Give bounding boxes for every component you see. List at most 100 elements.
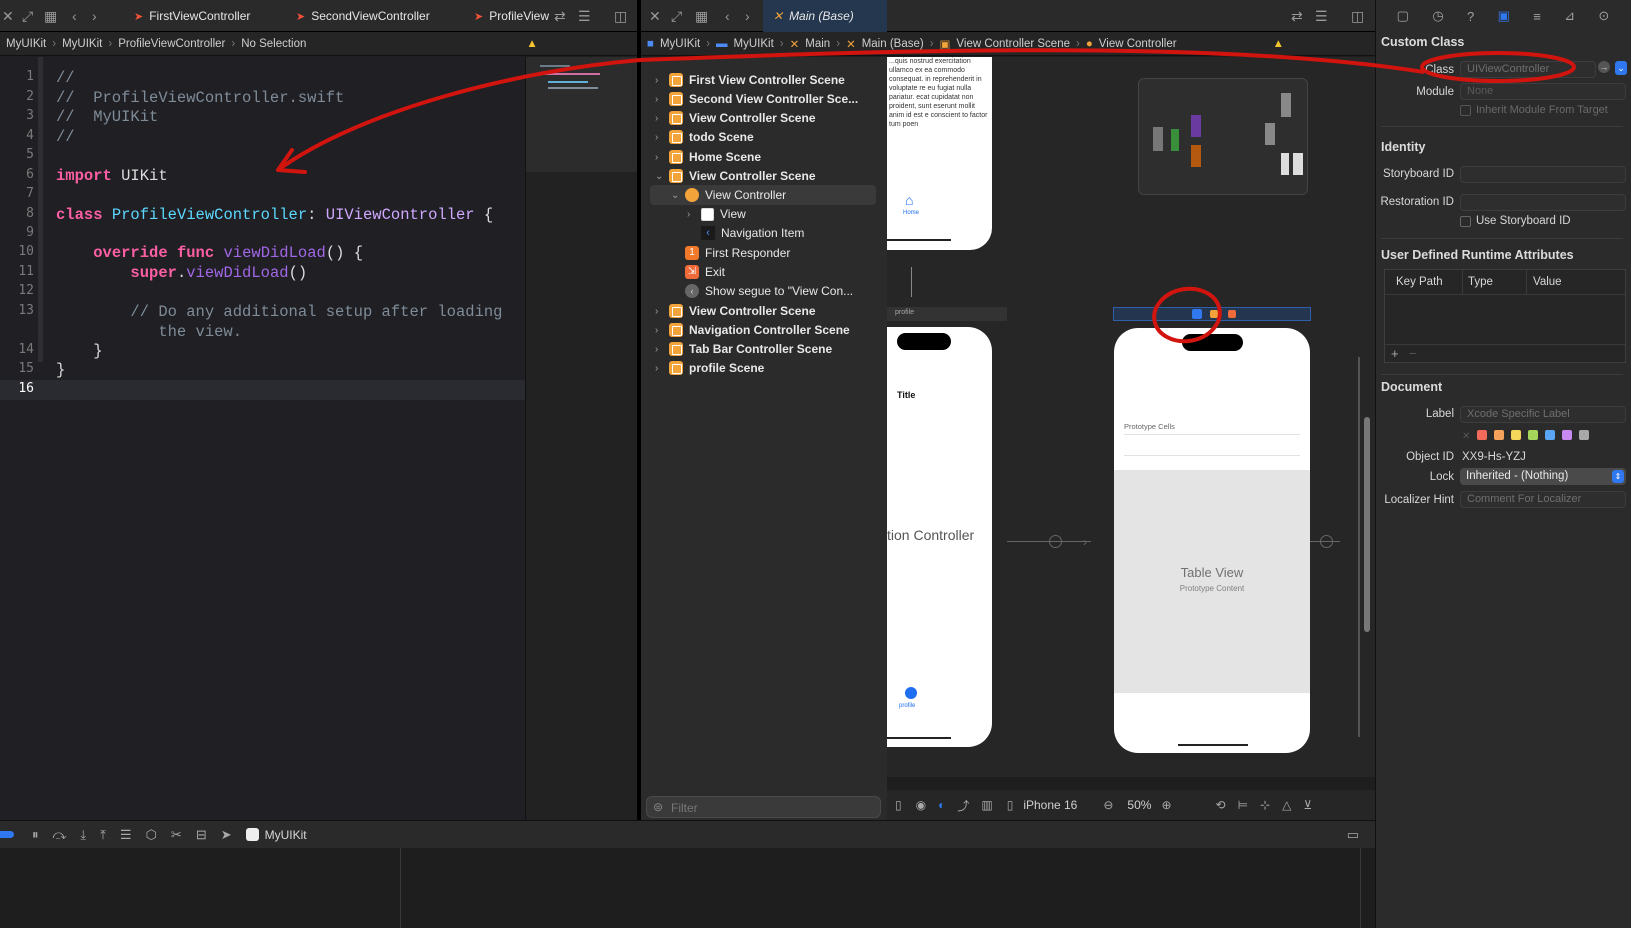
forward-icon[interactable]: › [745, 8, 750, 24]
runtime-attributes-table[interactable]: Key Path Type Value + − [1384, 269, 1626, 363]
breadcrumb-item[interactable]: ProfileViewController [118, 38, 225, 50]
simulate-icon[interactable]: ⊟ [196, 827, 207, 843]
line-number[interactable]: 10 [0, 244, 34, 259]
debug-area-toggle[interactable] [0, 831, 14, 838]
device-icon[interactable]: ▯ [1007, 798, 1014, 812]
canvas-overview[interactable] [1138, 78, 1308, 195]
outline-item[interactable]: ‹ Navigation Item [687, 223, 804, 243]
appearance-icon[interactable]: ◐ [938, 798, 945, 812]
size-inspector-icon[interactable]: ⊿ [1564, 8, 1575, 24]
disclosure-chevron-icon[interactable]: › [687, 209, 701, 220]
code-line[interactable]: // Do any additional setup after loading… [56, 302, 502, 342]
step-out-icon[interactable]: ⤒ [100, 827, 106, 843]
close-icon[interactable]: ✕ [2, 8, 14, 25]
line-number[interactable]: 6 [0, 167, 34, 182]
warning-icon[interactable]: ▲ [1273, 38, 1284, 50]
home-scene-phone[interactable]: ...quis nostrud exercitation ullamco ex … [887, 57, 992, 250]
line-number[interactable]: 7 [0, 186, 34, 201]
breadcrumb-item[interactable]: MyUIKit [6, 38, 46, 50]
outline-item[interactable]: › Navigation Controller Scene [655, 320, 850, 340]
outline-item[interactable]: ⌄ View Controller Scene [655, 166, 816, 186]
outline-item[interactable]: ⇲ Exit [671, 262, 725, 282]
accessibility-icon[interactable]: ◉ [916, 798, 926, 812]
close-icon[interactable]: ✕ [649, 8, 661, 25]
remove-attribute-icon[interactable]: − [1409, 346, 1417, 361]
outline-item[interactable]: ‹ Show segue to "View Con... [671, 281, 853, 301]
file-inspector-icon[interactable]: ▢ [1397, 8, 1409, 24]
label-color-swatch[interactable] [1528, 430, 1539, 440]
segue-icon[interactable] [1320, 535, 1333, 548]
code-line[interactable]: // [56, 68, 75, 88]
table-view[interactable]: Table View Prototype Content [1114, 470, 1310, 693]
col-key-path[interactable]: Key Path [1396, 276, 1443, 288]
scene-bar-profile[interactable]: profile [887, 307, 1007, 321]
attributes-inspector-icon[interactable]: ≡ [1533, 9, 1541, 24]
disclosure-chevron-icon[interactable]: › [655, 113, 669, 124]
identity-inspector-icon[interactable]: ▣ [1498, 8, 1510, 24]
label-color-swatch[interactable] [1494, 430, 1505, 440]
tab-first-view-controller[interactable]: ➤ FirstViewController [134, 0, 250, 32]
resolve-icon[interactable]: △ [1282, 798, 1291, 812]
help-inspector-icon[interactable]: ? [1467, 9, 1474, 24]
disclosure-chevron-icon[interactable]: › [655, 344, 669, 355]
line-number[interactable]: 14 [0, 342, 34, 357]
restoration-id-field[interactable] [1460, 194, 1626, 211]
line-number[interactable]: 11 [0, 264, 34, 279]
outline-item[interactable]: › View Controller Scene [655, 301, 816, 321]
connections-inspector-icon[interactable]: ⊙ [1598, 8, 1609, 24]
location-icon[interactable]: ➤ [221, 827, 232, 843]
breadcrumb-item[interactable]: MyUIKit [734, 38, 774, 50]
environment-icon[interactable]: ✂ [171, 827, 182, 843]
grid-icon[interactable]: ▦ [695, 8, 708, 25]
split-editor-icon[interactable]: ◫ [1351, 8, 1364, 25]
grid-icon[interactable]: ▦ [44, 8, 57, 25]
list-icon[interactable]: ☰ [578, 8, 591, 25]
line-number[interactable]: 5 [0, 147, 34, 162]
code-line[interactable]: // [56, 127, 75, 147]
breadcrumb-item[interactable]: View Controller [1099, 38, 1177, 50]
class-dropdown-icon[interactable]: ⌄ [1615, 61, 1627, 75]
line-number[interactable]: 1 [0, 69, 34, 84]
orientation-icon[interactable]: ⤴ [957, 797, 969, 814]
go-to-class-icon[interactable]: → [1598, 61, 1610, 73]
disclosure-chevron-icon[interactable]: › [655, 152, 669, 163]
breadcrumb-item[interactable]: Main (Base) [862, 38, 924, 50]
outline-item[interactable]: ⌄ View Controller [671, 185, 786, 205]
segue-icon[interactable] [1049, 535, 1062, 548]
line-number[interactable]: 3 [0, 108, 34, 123]
zoom-label[interactable]: 50% [1127, 798, 1151, 812]
disclosure-chevron-icon[interactable]: ⌄ [671, 190, 685, 201]
outline-item[interactable]: › profile Scene [655, 358, 764, 378]
outline-item[interactable]: › Home Scene [655, 147, 761, 167]
outline-item[interactable]: › First View Controller Scene [655, 70, 845, 90]
tab-profile-view-controller[interactable]: ➤ ProfileView [474, 0, 550, 32]
tab-second-view-controller[interactable]: ➤ SecondViewController [296, 0, 430, 32]
disclosure-chevron-icon[interactable]: ⌄ [655, 171, 669, 182]
code-line[interactable]: super.viewDidLoad() [56, 263, 307, 283]
col-value[interactable]: Value [1533, 276, 1562, 288]
col-type[interactable]: Type [1468, 276, 1493, 288]
view-controller-phone[interactable]: Prototype Cells Table View Prototype Con… [1114, 328, 1310, 753]
outline-toggle-icon[interactable]: ▯ [895, 798, 902, 812]
code-line[interactable]: class ProfileViewController: UIViewContr… [56, 205, 493, 225]
zoom-out-icon[interactable]: ⊖ [1103, 798, 1113, 812]
label-color-swatch[interactable] [1562, 430, 1573, 440]
localizer-hint-field[interactable]: Comment For Localizer [1460, 491, 1626, 508]
scene-bar-selected[interactable] [1113, 307, 1311, 321]
disclosure-chevron-icon[interactable]: › [655, 363, 669, 374]
forward-icon[interactable]: › [92, 8, 97, 24]
constraints-icon[interactable]: ⊹ [1260, 798, 1270, 812]
outline-item[interactable]: › Second View Controller Sce... [655, 89, 858, 109]
label-color-swatch[interactable] [1511, 430, 1522, 440]
disclosure-chevron-icon[interactable]: › [655, 94, 669, 105]
line-number[interactable]: 13 [0, 303, 34, 318]
panel-toggle-icon[interactable]: ▭ [1347, 827, 1359, 843]
device-label[interactable]: iPhone 16 [1023, 798, 1077, 812]
filter-field[interactable]: ⊜ Filter [646, 796, 881, 818]
breadcrumb-item[interactable]: MyUIKit [660, 38, 700, 50]
class-field[interactable]: UIViewController [1460, 61, 1596, 78]
line-number[interactable]: 9 [0, 225, 34, 240]
breadcrumb-item[interactable]: No Selection [241, 38, 306, 50]
first-responder-icon[interactable] [1210, 310, 1218, 318]
align-icon[interactable]: ⊨ [1238, 798, 1248, 812]
